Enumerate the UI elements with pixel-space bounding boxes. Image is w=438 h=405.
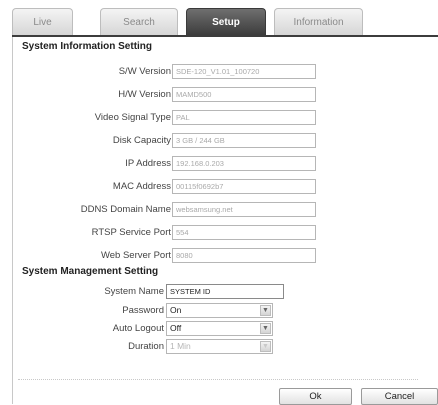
hw-version-field: MAMD500 (172, 87, 316, 102)
chevron-down-icon[interactable]: ▼ (260, 323, 271, 334)
footer-divider (18, 379, 418, 380)
password-label: Password (122, 305, 164, 316)
web-port-label: Web Server Port (100, 250, 171, 261)
system-mgmt-title: System Management Setting (22, 266, 159, 277)
tab-search[interactable]: Search (100, 8, 178, 35)
rtsp-port-label: RTSP Service Port (91, 227, 171, 238)
mac-address-label: MAC Address (112, 181, 171, 192)
hw-version-label: H/W Version (118, 89, 171, 100)
chevron-down-icon[interactable]: ▼ (260, 305, 271, 316)
password-select[interactable]: On ▼ (166, 303, 273, 318)
tab-live[interactable]: Live (12, 8, 73, 35)
ddns-domain-label: DDNS Domain Name (80, 204, 171, 215)
ok-button[interactable]: Ok (279, 388, 352, 405)
rtsp-port-field: 554 (172, 225, 316, 240)
auto-logout-select[interactable]: Off ▼ (166, 321, 273, 336)
system-info-title: System Information Setting (22, 41, 153, 52)
ip-address-field: 192.168.0.203 (172, 156, 316, 171)
duration-select: 1 Min ▼ (166, 339, 273, 354)
sw-version-label: S/W Version (118, 66, 171, 77)
auto-logout-label: Auto Logout (112, 323, 164, 334)
auto-logout-value: Off (170, 323, 182, 333)
tab-information[interactable]: Information (274, 8, 363, 35)
sw-version-field: SDE-120_V1.01_100720 (172, 64, 316, 79)
duration-value: 1 Min (170, 341, 191, 351)
duration-label: Duration (128, 341, 164, 352)
tab-setup[interactable]: Setup (186, 8, 266, 35)
web-port-field: 8080 (172, 248, 316, 263)
chevron-down-icon: ▼ (260, 341, 271, 352)
disk-capacity-field: 3 GB / 244 GB (172, 133, 316, 148)
video-signal-field: PAL (172, 110, 316, 125)
video-signal-label: Video Signal Type (94, 112, 171, 123)
system-name-input[interactable]: SYSTEM ID (166, 284, 284, 299)
cancel-button[interactable]: Cancel (361, 388, 438, 405)
ddns-domain-field: websamsung.net (172, 202, 316, 217)
password-value: On (170, 305, 182, 315)
mac-address-field: 00115f0692b7 (172, 179, 316, 194)
system-name-label: System Name (104, 286, 164, 297)
disk-capacity-label: Disk Capacity (112, 135, 171, 146)
ip-address-label: IP Address (125, 158, 171, 169)
